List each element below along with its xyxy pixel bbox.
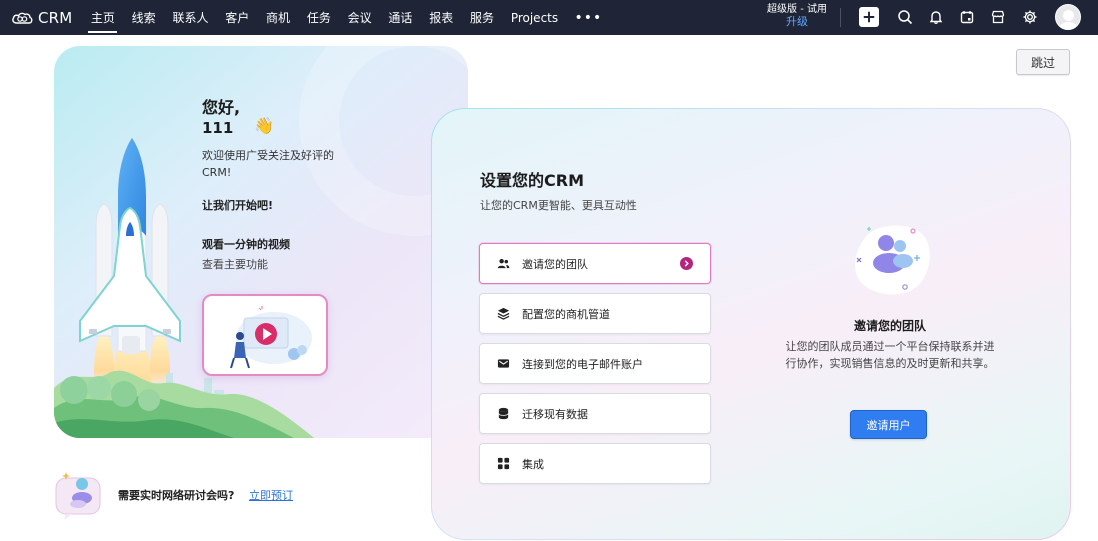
plus-icon xyxy=(863,11,875,23)
user-name: 111 xyxy=(202,119,234,137)
nav-item-home[interactable]: 主页 xyxy=(82,0,123,35)
step-label: 迁移现有数据 xyxy=(522,407,588,421)
search-icon[interactable] xyxy=(896,8,914,26)
step-invite-team[interactable]: 邀请您的团队 xyxy=(479,243,711,284)
wave-emoji: 👋 xyxy=(254,116,274,135)
top-navbar: CRM 主页 线索 联系人 客户 商机 任务 会议 通话 报表 服务 Proje… xyxy=(0,0,1098,35)
nav-item-contacts[interactable]: 联系人 xyxy=(164,0,217,35)
crm-logo[interactable]: CRM xyxy=(11,9,72,27)
avatar[interactable] xyxy=(1055,4,1081,30)
video-thumbnail-illustration xyxy=(230,306,312,369)
nav-item-leads[interactable]: 线索 xyxy=(123,0,164,35)
start-text: 让我们开始吧! xyxy=(202,199,274,212)
bell-icon[interactable] xyxy=(927,8,945,26)
calendar-icon[interactable] xyxy=(958,8,976,26)
welcome-hero-card: 您好, 111 👋 欢迎使用广受关注及好评的CRM! 让我们开始吧! 观看一分钟… xyxy=(54,46,468,438)
webinar-icon xyxy=(55,472,101,520)
nav-item-deals[interactable]: 商机 xyxy=(258,0,299,35)
setup-subtitle: 让您的CRM更智能、更具互动性 xyxy=(480,199,637,212)
video-subtitle: 查看主要功能 xyxy=(202,258,268,271)
topbar-divider xyxy=(840,8,841,27)
nav-item-accounts[interactable]: 客户 xyxy=(217,0,258,35)
greeting: 您好, xyxy=(202,98,241,117)
mail-icon xyxy=(496,357,510,371)
gear-icon[interactable] xyxy=(1021,8,1039,26)
nav-item-projects[interactable]: Projects xyxy=(502,0,566,35)
setup-title: 设置您的CRM xyxy=(480,171,584,190)
database-icon xyxy=(496,407,510,421)
setup-card: 设置您的CRM 让您的CRM更智能、更具互动性 邀请您的团队 配置您的商机管道 … xyxy=(432,109,1070,539)
nav-item-tasks[interactable]: 任务 xyxy=(298,0,339,35)
step-integrations[interactable]: 集成 xyxy=(479,443,711,484)
cloud-logo-icon xyxy=(11,11,33,25)
step-label: 邀请您的团队 xyxy=(522,257,588,271)
users-icon xyxy=(496,257,510,271)
edition-badge: 超级版 - 试用 升级 xyxy=(765,4,829,28)
team-illustration xyxy=(854,225,930,295)
nav-item-reports[interactable]: 报表 xyxy=(421,0,462,35)
nav-item-services[interactable]: 服务 xyxy=(462,0,503,35)
nav-item-meetings[interactable]: 会议 xyxy=(339,0,380,35)
video-title: 观看一分钟的视频 xyxy=(202,238,290,251)
step-label: 配置您的商机管道 xyxy=(522,307,610,321)
main-nav: 主页 线索 联系人 客户 商机 任务 会议 通话 报表 服务 Projects … xyxy=(82,0,610,35)
invite-users-button[interactable]: 邀请用户 xyxy=(850,410,927,439)
layers-icon xyxy=(496,307,510,321)
create-button[interactable] xyxy=(859,7,879,27)
webinar-question: 需要实时网络研讨会吗? xyxy=(118,489,235,502)
logo-text: CRM xyxy=(38,8,73,27)
upgrade-link[interactable]: 升级 xyxy=(765,16,829,28)
invite-title: 邀请您的团队 xyxy=(853,319,926,333)
nav-item-calls[interactable]: 通话 xyxy=(380,0,421,35)
book-now-link[interactable]: 立即预订 xyxy=(249,487,293,503)
more-menu-icon[interactable]: ••• xyxy=(567,0,611,35)
step-connect-email[interactable]: 连接到您的电子邮件账户 xyxy=(479,343,711,384)
step-migrate-data[interactable]: 迁移现有数据 xyxy=(479,393,711,434)
grid-icon xyxy=(496,457,510,471)
step-label: 连接到您的电子邮件账户 xyxy=(522,357,643,371)
step-configure-pipeline[interactable]: 配置您的商机管道 xyxy=(479,293,711,334)
skip-button[interactable]: 跳过 xyxy=(1016,49,1070,75)
welcome-text: 欢迎使用广受关注及好评的CRM! xyxy=(202,149,334,179)
invite-description: 让您的团队成员通过一个平台保持联系并进行协作，实现销售信息的及时更新和共享。 xyxy=(785,340,995,370)
step-label: 集成 xyxy=(522,457,544,471)
video-thumbnail[interactable] xyxy=(202,294,328,376)
store-icon[interactable] xyxy=(989,8,1007,26)
arrow-right-icon xyxy=(680,257,693,270)
setup-card-border: 设置您的CRM 让您的CRM更智能、更具互动性 邀请您的团队 配置您的商机管道 … xyxy=(431,108,1071,540)
